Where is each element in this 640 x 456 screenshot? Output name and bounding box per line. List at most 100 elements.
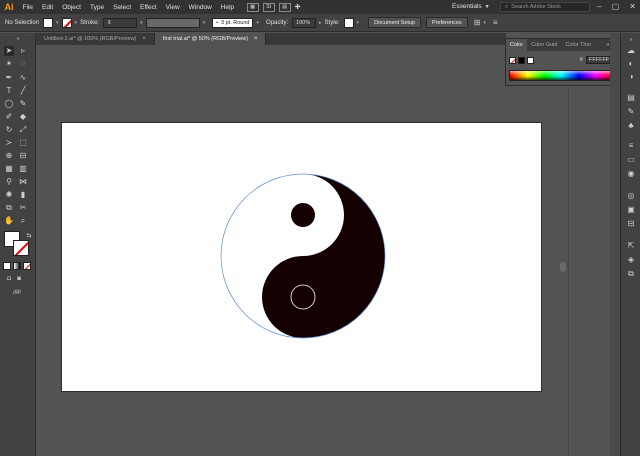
white-swatch[interactable] xyxy=(527,56,534,64)
tab-first-trial[interactable]: first trial.ai* @ 50% (RGB/Preview) × xyxy=(154,33,267,45)
menu-edit[interactable]: Edit xyxy=(37,4,57,11)
menu-select[interactable]: Select xyxy=(109,4,136,11)
none-mode-button[interactable] xyxy=(23,262,31,270)
perspective-grid-tool-icon[interactable]: ⊟ xyxy=(18,151,28,161)
color-spectrum[interactable] xyxy=(509,70,614,81)
transparency-icon[interactable]: ◉ xyxy=(626,169,636,179)
graphic-styles-icon[interactable]: ▣ xyxy=(626,205,636,215)
menu-view[interactable]: View xyxy=(161,4,184,11)
shaper-tool-icon[interactable]: ✐ xyxy=(4,112,14,122)
gradient-mode-button[interactable] xyxy=(13,262,21,270)
fill-swatch[interactable] xyxy=(43,17,54,28)
menu-file[interactable]: File xyxy=(18,4,37,11)
symbols-icon[interactable]: ♣ xyxy=(626,121,636,131)
type-tool-icon[interactable]: T xyxy=(4,86,14,96)
gradient-icon[interactable]: ▭ xyxy=(626,155,636,165)
close-icon[interactable]: × xyxy=(142,36,146,42)
collapse-icon[interactable]: « xyxy=(13,34,23,44)
menu-type[interactable]: Type xyxy=(85,4,108,11)
mesh-tool-icon[interactable]: ▦ xyxy=(4,164,14,174)
stroke-swatch[interactable] xyxy=(61,17,72,28)
maximize-icon[interactable]: ▢ xyxy=(612,2,620,11)
tab-color-themes[interactable]: Color Ther xyxy=(561,39,595,51)
brush-definition[interactable]: • 3 pt. Round xyxy=(212,17,254,28)
rotate-tool-icon[interactable]: ↻ xyxy=(4,125,14,135)
draw-behind-icon[interactable]: ◙ xyxy=(14,274,24,284)
libraries-icon[interactable]: ☁ xyxy=(626,46,636,56)
appearance-icon[interactable]: ◎ xyxy=(626,191,636,201)
paintbrush-tool-icon[interactable]: ✎ xyxy=(18,99,28,109)
graphic-style-swatch[interactable] xyxy=(343,17,354,28)
export-icon[interactable]: ⇱ xyxy=(626,241,636,251)
shape-builder-tool-icon[interactable]: ⊕ xyxy=(4,151,14,161)
workspace-switcher[interactable]: Essentials ▼ xyxy=(452,3,490,10)
chevron-down-icon[interactable]: ▾ xyxy=(56,20,59,26)
chevron-down-icon[interactable]: ▾ xyxy=(75,20,78,26)
stock-search-input[interactable]: ⌕ Search Adobe Stock xyxy=(500,2,590,12)
color-guide-icon[interactable]: ◑ xyxy=(626,72,636,82)
opacity-field[interactable]: 100% xyxy=(292,17,317,28)
scale-tool-icon[interactable]: ⤢ xyxy=(18,125,28,135)
chevron-down-icon[interactable]: ▾ xyxy=(483,20,486,26)
chevron-down-icon[interactable]: ▾ xyxy=(256,20,259,26)
stroke-color-box[interactable] xyxy=(13,240,29,256)
tab-color[interactable]: Color xyxy=(506,39,528,51)
preferences-button[interactable]: Preferences xyxy=(426,17,468,28)
pen-tool-icon[interactable]: ✒ xyxy=(4,73,14,83)
artboards-icon[interactable]: ⧉ xyxy=(626,269,636,279)
tab-color-guide[interactable]: Color Guid xyxy=(527,39,561,51)
vertical-scrollbar-thumb[interactable] xyxy=(560,262,566,272)
draw-normal-icon[interactable]: ◘ xyxy=(4,274,14,284)
variable-width-profile[interactable] xyxy=(145,17,200,28)
chevron-down-icon[interactable]: ▾ xyxy=(140,20,143,26)
menu-window[interactable]: Window xyxy=(184,4,216,11)
stroke-label[interactable]: Stroke: xyxy=(80,20,99,26)
chevron-down-icon[interactable]: ▾ xyxy=(203,20,206,26)
gradient-tool-icon[interactable]: ▥ xyxy=(18,164,28,174)
collapse-icon[interactable]: » xyxy=(626,35,636,45)
eyedropper-tool-icon[interactable]: ⚲ xyxy=(4,177,14,187)
panel-menu-icon[interactable]: ≡ xyxy=(493,18,498,27)
black-swatch[interactable] xyxy=(518,56,525,64)
eraser-tool-icon[interactable]: ◆ xyxy=(18,112,28,122)
artboard[interactable] xyxy=(61,122,542,392)
gpu-performance-icon[interactable]: ✚ xyxy=(295,3,301,11)
yin-yang-artwork[interactable] xyxy=(220,173,386,339)
stroke-weight-field[interactable]: ⇕ xyxy=(103,17,138,28)
change-screen-mode-icon[interactable]: ▭ xyxy=(13,287,23,297)
artboard-tool-icon[interactable]: ⧉ xyxy=(4,203,14,213)
width-tool-icon[interactable]: ≻ xyxy=(4,138,14,148)
slice-tool-icon[interactable]: ✂ xyxy=(18,203,28,213)
properties-icon[interactable]: ▤ xyxy=(626,93,636,103)
lasso-tool-icon[interactable]: ◌ xyxy=(18,59,28,69)
symbol-sprayer-tool-icon[interactable]: ✺ xyxy=(4,190,14,200)
chevron-down-icon[interactable]: ▾ xyxy=(357,20,360,26)
chevron-right-icon[interactable]: ▸ xyxy=(319,20,322,26)
opacity-label[interactable]: Opacity: xyxy=(266,20,288,26)
menu-object[interactable]: Object xyxy=(58,4,86,11)
tab-untitled-2[interactable]: Untitled-2.ai* @ 100% (RGB/Preview) × xyxy=(36,33,155,45)
stroke-icon[interactable]: ≡ xyxy=(626,141,636,151)
close-icon[interactable]: × xyxy=(254,36,258,42)
align-icon[interactable]: ⊟ xyxy=(626,219,636,229)
close-icon[interactable]: ✕ xyxy=(629,2,636,11)
minimize-icon[interactable]: – xyxy=(597,2,601,11)
brushes-icon[interactable]: ✎ xyxy=(626,107,636,117)
blend-tool-icon[interactable]: ⋈ xyxy=(18,177,28,187)
color-mode-button[interactable] xyxy=(3,262,11,270)
document-setup-button[interactable]: Document Setup xyxy=(368,17,422,28)
color-icon[interactable]: ◐ xyxy=(626,59,636,69)
bridge-icon[interactable]: St xyxy=(262,2,275,12)
ellipse-tool-icon[interactable]: ◯ xyxy=(4,99,14,109)
selection-tool-icon[interactable]: ➤ xyxy=(4,46,14,56)
arrange-documents-icon[interactable]: ▤ xyxy=(278,2,291,12)
free-transform-tool-icon[interactable]: ⬚ xyxy=(18,138,28,148)
magic-wand-tool-icon[interactable]: ✶ xyxy=(4,59,14,69)
grid-layout-icon[interactable]: ▦ xyxy=(246,2,259,12)
menu-effect[interactable]: Effect xyxy=(136,4,162,11)
arrange-icon[interactable]: ⊞ xyxy=(474,18,481,27)
none-swatch[interactable] xyxy=(509,56,516,64)
menu-help[interactable]: Help xyxy=(216,4,238,11)
layers-icon[interactable]: ◈ xyxy=(626,255,636,265)
line-tool-icon[interactable]: ╱ xyxy=(18,86,28,96)
